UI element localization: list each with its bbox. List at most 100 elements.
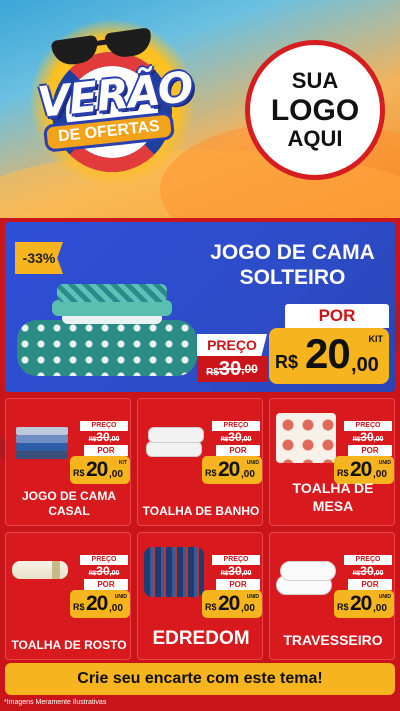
old-price: R$30,00 [344, 565, 392, 578]
new-price: R$ 20 00 KIT [70, 456, 130, 484]
product-name: JOGO DE CAMA CASAL [21, 489, 116, 518]
product-card[interactable]: PREÇO R$30,00 POR R$ 20 00 UNID EDREDOM [137, 532, 263, 660]
new-price-integer: 20 [350, 592, 372, 615]
new-price-currency: R$ [337, 468, 349, 478]
discount-badge: -33% [15, 242, 63, 274]
price-unit: UNID [114, 594, 127, 600]
old-price-integer: 30 [360, 430, 374, 444]
new-price: R$ 20 00 UNID [334, 590, 394, 618]
logo-line-1: SUA [291, 68, 339, 94]
price-unit: UNID [246, 460, 259, 466]
new-price-integer: 20 [86, 592, 108, 615]
product-card[interactable]: PREÇO R$30,00 POR R$ 20 00 UNID TOALHA D… [269, 398, 395, 526]
product-card[interactable]: PREÇO R$30,00 POR R$ 20 00 UNID TOALHA D… [5, 532, 131, 660]
new-price-integer: 20 [86, 458, 108, 481]
pillow-image [276, 547, 336, 597]
old-price-cents: ,00 [109, 436, 120, 443]
logo-placeholder[interactable]: SUA LOGO AQUI [245, 40, 385, 180]
new-price-currency: R$ [73, 602, 85, 612]
price-tag: PREÇO R$30,00 POR R$ 20 00 UNID [334, 555, 394, 619]
new-price: R$ 20 00 UNID [202, 590, 262, 618]
hero-offer[interactable]: -33% JOGO DE CAMA SOLTEIRO PREÇO R$30,00… [5, 222, 395, 392]
product-name: TOALHA DE MESA [292, 480, 374, 514]
old-price-integer: 30 [96, 564, 110, 578]
new-price-cents: 00 [373, 469, 387, 480]
new-price: R$ 20 00 UNID [70, 590, 130, 618]
price-unit: UNID [246, 594, 259, 600]
por-label: POR [84, 579, 128, 590]
price-tag: PREÇO R$30,00 POR R$ 20 00 KIT [70, 421, 130, 485]
hero-product-title: JOGO DE CAMA SOLTEIRO [210, 241, 375, 290]
new-price-cents: 00 [373, 603, 387, 614]
new-price: R$ 20 00 UNID [202, 456, 262, 484]
product-name: TRAVESSEIRO [283, 631, 383, 648]
price-tag: PREÇO R$30,00 POR R$ 20 00 UNID [202, 555, 262, 619]
old-price-currency: R$ [206, 367, 219, 378]
price-tag: PREÇO R$30,00 POR R$ 20 00 UNID [202, 421, 262, 485]
comforter-image [144, 547, 204, 597]
header-banner: VERÃO DE OFERTAS SUA LOGO AQUI [0, 0, 400, 218]
price-unit: UNID [378, 460, 391, 466]
price-tag: PREÇO R$30,00 POR R$ 20 00 UNID [70, 555, 130, 619]
price-unit: KIT [118, 460, 127, 466]
old-price: R$30,00 [344, 431, 392, 444]
product-card[interactable]: PREÇO R$30,00 POR R$ 20 00 UNID TRAVESSE… [269, 532, 395, 660]
bath-towel-image [144, 413, 204, 463]
new-price: R$ 20 00 KIT [269, 328, 389, 384]
old-price-cents: ,00 [241, 362, 258, 376]
product-grid: PREÇO R$30,00 POR R$ 20 00 KIT JOGO DE C… [5, 398, 395, 660]
new-price-currency: R$ [205, 468, 217, 478]
new-price-currency: R$ [275, 352, 299, 372]
product-card[interactable]: PREÇO R$30,00 POR R$ 20 00 UNID TOALHA D… [137, 398, 263, 526]
old-price-integer: 30 [228, 430, 242, 444]
old-price: R$30,00 [80, 565, 128, 578]
old-price-integer: 30 [96, 430, 110, 444]
new-price-currency: R$ [205, 602, 217, 612]
product-card[interactable]: PREÇO R$30,00 POR R$ 20 00 KIT JOGO DE C… [5, 398, 131, 526]
old-price-cents: ,00 [109, 570, 120, 577]
new-price-cents: 00 [109, 603, 123, 614]
old-price: R$30,00 [212, 565, 260, 578]
bed-set-image [12, 413, 72, 463]
old-price-cents: ,00 [241, 570, 252, 577]
cta-banner[interactable]: Crie seu encarte com este tema! [5, 663, 395, 695]
new-price-cents: 00 [241, 469, 255, 480]
por-label: POR [216, 445, 260, 456]
new-price-cents: 00 [241, 603, 255, 614]
disclaimer: *Imagens Meramente Ilustrativas [4, 699, 107, 706]
old-price-integer: 30 [218, 358, 242, 380]
new-price-integer: 20 [350, 458, 372, 481]
old-price-cents: ,00 [373, 436, 384, 443]
new-price-integer: 20 [218, 458, 240, 481]
por-label: POR [348, 579, 392, 590]
old-price-cents: ,00 [373, 570, 384, 577]
por-label: POR [84, 445, 128, 456]
new-price-currency: R$ [73, 468, 85, 478]
new-price-integer: 20 [218, 592, 240, 615]
product-name: EDREDOM [152, 628, 250, 650]
product-name: TOALHA DE ROSTO [11, 638, 127, 652]
product-name: TOALHA DE BANHO [142, 504, 260, 518]
old-price-cents: ,00 [241, 436, 252, 443]
bed-sheet-image [17, 282, 197, 382]
old-price-integer: 30 [360, 564, 374, 578]
por-label: POR [216, 579, 260, 590]
price-unit: UNID [378, 594, 391, 600]
face-towel-image [12, 547, 72, 597]
new-price-currency: R$ [337, 602, 349, 612]
preco-label: PREÇO [197, 334, 267, 356]
price-tag: PREÇO R$30,00 POR R$ 20 00 UNID [334, 421, 394, 485]
logo-line-3: AQUI [287, 125, 343, 151]
old-price: R$30,00 [80, 431, 128, 444]
logo-line-2: LOGO [270, 93, 360, 127]
hero-price: PREÇO R$30,00 POR R$ 20 00 KIT [197, 304, 389, 386]
tablecloth-image [276, 413, 336, 463]
old-price: R$30,00 [197, 356, 267, 382]
new-price-integer: 20 [305, 330, 351, 377]
old-price: R$30,00 [212, 431, 260, 444]
new-price-cents: 00 [351, 354, 379, 377]
price-unit: KIT [368, 334, 384, 344]
por-label: POR [285, 304, 389, 328]
por-label: POR [348, 445, 392, 456]
old-price-integer: 30 [228, 564, 242, 578]
